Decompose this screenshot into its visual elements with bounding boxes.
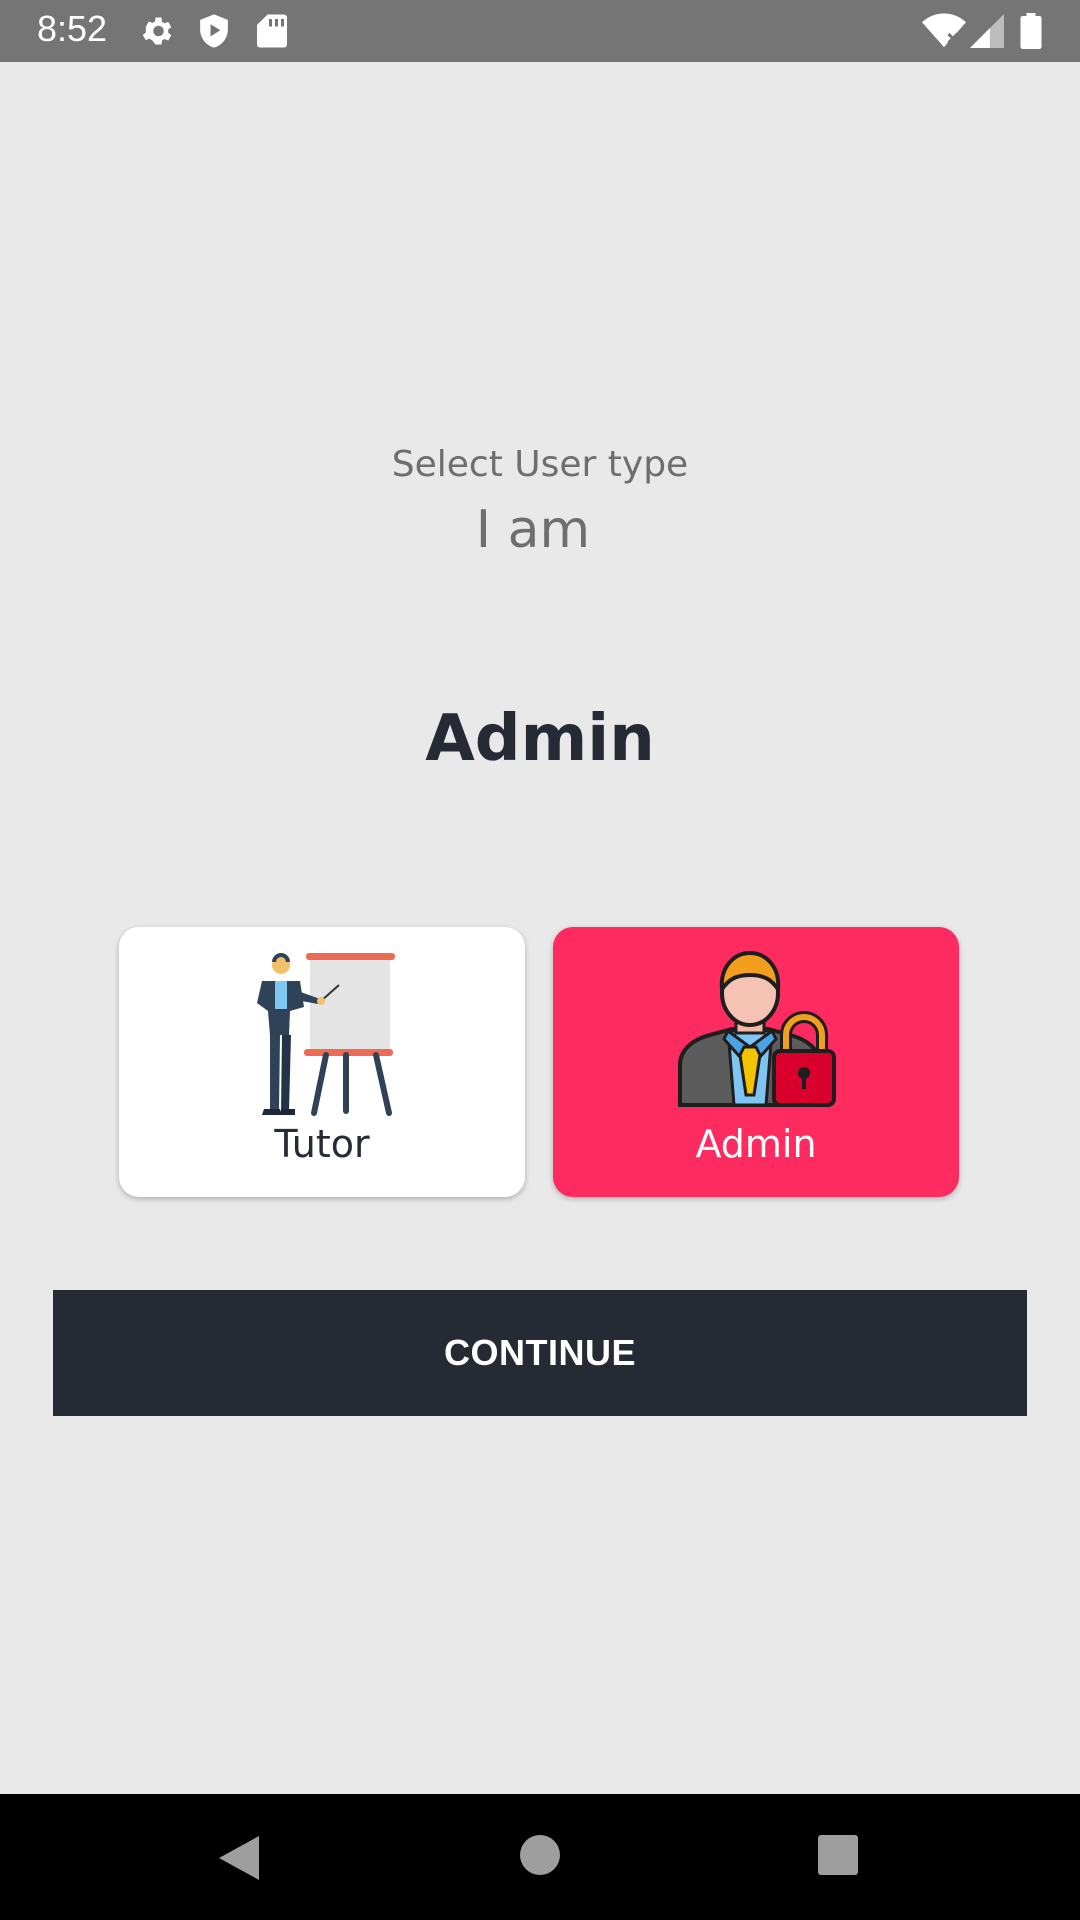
- recents-icon[interactable]: [817, 1834, 859, 1876]
- continue-button[interactable]: CONTINUE: [53, 1290, 1027, 1416]
- navigation-bar: [0, 1794, 1080, 1920]
- wifi-icon: [922, 13, 966, 48]
- user-type-card-tutor[interactable]: Tutor: [119, 927, 525, 1197]
- back-icon[interactable]: [215, 1834, 261, 1882]
- shield-play-icon: [200, 14, 228, 48]
- selected-user-type: Admin: [425, 702, 655, 776]
- battery-icon: [1020, 13, 1042, 49]
- tutor-presentation-icon: [257, 953, 395, 1116]
- home-icon[interactable]: [519, 1834, 561, 1876]
- tutor-label: Tutor: [274, 1122, 370, 1166]
- select-user-type-subtitle: Select User type: [391, 444, 689, 485]
- i-am-heading: I am: [475, 500, 591, 560]
- signal-icon: [970, 14, 1004, 48]
- status-time: 8:52: [37, 8, 108, 49]
- admin-label: Admin: [695, 1122, 817, 1166]
- status-bar: 8:52: [0, 0, 1080, 62]
- admin-lock-icon: [678, 950, 836, 1107]
- main-content: Select User type I am Admin Tutor Admin …: [0, 62, 1080, 1794]
- settings-icon: [142, 17, 172, 45]
- user-type-card-admin[interactable]: Admin: [553, 927, 959, 1197]
- sd-card-icon: [257, 14, 287, 48]
